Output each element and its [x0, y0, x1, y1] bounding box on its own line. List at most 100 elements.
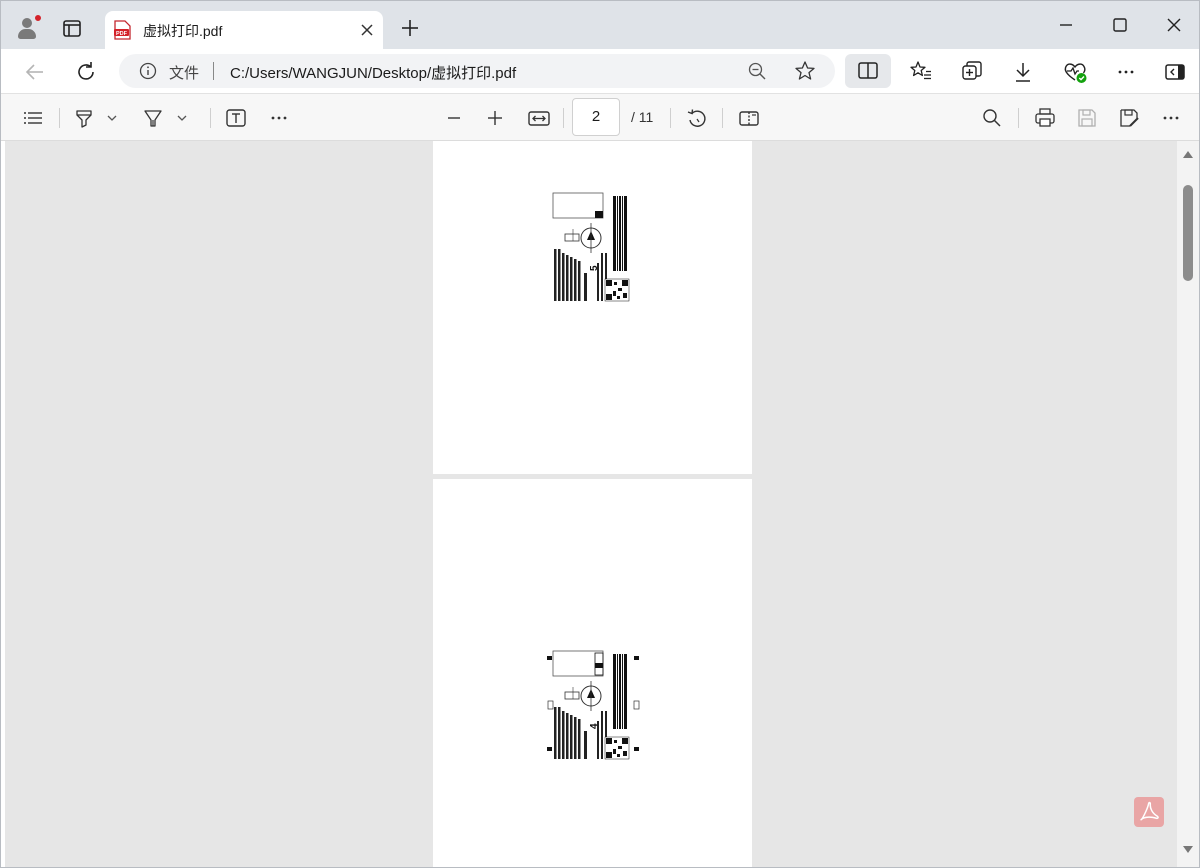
pdf-viewport[interactable]: 5 4 [5, 141, 1177, 867]
fit-to-width-button[interactable] [526, 105, 552, 131]
browser-essentials-button[interactable] [1060, 57, 1090, 87]
arrow-left-icon [25, 64, 43, 80]
toolbar-divider [59, 108, 60, 128]
scrollbar-thumb[interactable] [1183, 185, 1193, 281]
save-button[interactable] [1074, 105, 1100, 131]
page-view-button[interactable] [736, 105, 762, 131]
avatar-head [22, 18, 32, 28]
notification-dot [34, 14, 42, 22]
download-icon [1016, 63, 1030, 82]
page-count-label: / 11 [631, 109, 654, 125]
heart-pulse-icon [1064, 63, 1087, 83]
label-number: 5 [589, 265, 600, 271]
draw-button[interactable] [140, 105, 166, 131]
plus-icon [488, 111, 502, 125]
table-of-contents-button[interactable] [20, 105, 46, 131]
collections-icon [962, 61, 982, 80]
find-button[interactable] [979, 105, 1005, 131]
pdf-file-icon: PDF [113, 20, 131, 40]
label-number: 4 [589, 723, 600, 729]
downloads-button[interactable] [1008, 57, 1038, 87]
more-dots-icon [271, 116, 287, 120]
printer-icon [1035, 108, 1055, 127]
zoom-out-button[interactable] [441, 105, 467, 131]
url-text[interactable]: C:/Users/WANGJUN/Desktop/虚拟打印.pdf [230, 62, 516, 83]
vertical-scrollbar[interactable] [1177, 141, 1199, 867]
scheme-label: 文件 [169, 65, 200, 82]
fit-width-icon [528, 111, 550, 126]
shipping-label-image: 5 [552, 192, 630, 302]
chevron-down-icon [177, 115, 187, 121]
more-tools-button[interactable] [266, 105, 292, 131]
avatar-body [18, 29, 36, 39]
title-bar: PDF 虚拟打印.pdf [1, 1, 1199, 49]
address-divider [213, 62, 214, 80]
chevron-down-icon [107, 115, 117, 121]
minimize-button[interactable] [1043, 9, 1089, 41]
page-number-input[interactable]: 2 [572, 98, 620, 136]
scroll-down-arrow-icon[interactable] [1182, 845, 1194, 855]
close-icon [361, 24, 373, 36]
pen-icon [144, 110, 162, 127]
toolbar-divider [722, 108, 723, 128]
plus-icon [402, 20, 418, 36]
tab-actions-icon [63, 20, 81, 37]
print-button[interactable] [1032, 105, 1058, 131]
pdf-page: 5 [433, 141, 752, 474]
toolbar-divider [210, 108, 211, 128]
tab-close-button[interactable] [357, 20, 377, 40]
maximize-icon [1113, 18, 1127, 32]
close-icon [1167, 18, 1181, 32]
svg-text:PDF: PDF [116, 31, 128, 37]
tab-title: 虚拟打印.pdf [143, 23, 223, 39]
maximize-button[interactable] [1097, 9, 1143, 41]
save-as-button[interactable] [1116, 105, 1142, 131]
sidebar-toggle-button[interactable] [1160, 57, 1190, 87]
split-screen-button[interactable] [845, 54, 891, 88]
pdf-page: 4 [433, 479, 752, 867]
minimize-icon [1060, 24, 1072, 26]
acrobat-button[interactable] [1134, 797, 1164, 827]
search-icon [983, 109, 1001, 127]
zoom-in-button[interactable] [482, 105, 508, 131]
info-icon[interactable] [139, 62, 157, 80]
zoom-out-icon[interactable] [747, 61, 767, 81]
favorite-star-icon[interactable] [794, 60, 816, 82]
browser-tab-active[interactable]: PDF 虚拟打印.pdf [105, 11, 383, 49]
rotate-icon [687, 109, 706, 127]
collections-button[interactable] [957, 57, 987, 87]
toolbar-divider [1018, 108, 1019, 128]
browser-window: PDF 虚拟打印.pdf 文件 C:/Users/WANGJUN/Desktop… [0, 0, 1200, 868]
pdf-more-options-button[interactable] [1158, 105, 1184, 131]
minus-icon [448, 117, 460, 119]
two-page-view-icon [739, 111, 759, 126]
toolbar-divider [670, 108, 671, 128]
add-text-button[interactable] [223, 105, 249, 131]
more-dots-icon [1163, 116, 1179, 120]
pdf-toolbar: 2 / 11 [1, 93, 1199, 141]
scroll-up-arrow-icon[interactable] [1182, 149, 1194, 159]
back-button[interactable] [20, 57, 50, 87]
draw-options-button[interactable] [171, 105, 193, 131]
save-as-icon [1120, 109, 1139, 127]
profile-avatar[interactable] [13, 13, 43, 43]
new-tab-button[interactable] [397, 15, 423, 41]
window-close-button[interactable] [1151, 9, 1197, 41]
favorites-icon [910, 61, 931, 80]
split-screen-icon [858, 62, 878, 79]
save-disk-icon [1078, 109, 1096, 127]
address-bar[interactable]: 文件 C:/Users/WANGJUN/Desktop/虚拟打印.pdf [119, 54, 835, 88]
rotate-button[interactable] [684, 105, 710, 131]
text-box-icon [226, 109, 246, 127]
more-dots-icon [1118, 70, 1134, 74]
highlighter-icon [76, 110, 92, 128]
sidebar-collapse-icon [1165, 64, 1185, 80]
settings-more-button[interactable] [1111, 57, 1141, 87]
tab-actions-button[interactable] [57, 13, 87, 43]
favorites-button[interactable] [906, 57, 936, 87]
highlight-options-button[interactable] [101, 105, 123, 131]
acrobat-icon [1140, 801, 1159, 821]
highlight-button[interactable] [71, 105, 97, 131]
refresh-button[interactable] [71, 57, 101, 87]
navigation-bar: 文件 C:/Users/WANGJUN/Desktop/虚拟打印.pdf [1, 49, 1199, 93]
